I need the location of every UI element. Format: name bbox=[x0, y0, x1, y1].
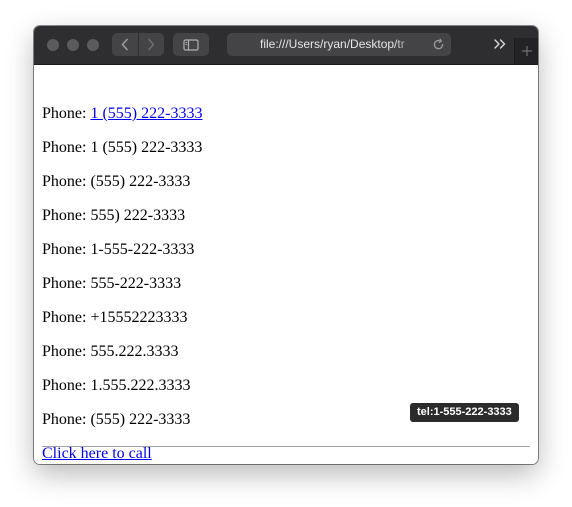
phone-line: Phone: 1.555.222.3333 bbox=[42, 377, 191, 394]
click-to-call-link[interactable]: Click here to call bbox=[42, 444, 152, 464]
toolbar-overflow-button[interactable] bbox=[492, 36, 508, 52]
chevron-right-icon bbox=[148, 38, 155, 51]
phone-line: Phone: 555-222-3333 bbox=[42, 275, 182, 292]
horizontal-rule bbox=[42, 446, 530, 447]
close-window-button[interactable] bbox=[47, 39, 59, 51]
sidebar-toggle-button[interactable] bbox=[173, 33, 209, 56]
double-chevron-right-icon bbox=[494, 39, 506, 49]
phone-line: Phone: +15552223333 bbox=[42, 309, 188, 326]
link-hover-status: tel:1-555-222-3333 bbox=[410, 403, 519, 422]
new-tab-button[interactable] bbox=[514, 38, 538, 64]
title-bar: file:///Users/ryan/Desktop/tr bbox=[34, 26, 538, 65]
address-bar[interactable]: file:///Users/ryan/Desktop/tr bbox=[227, 33, 451, 56]
reload-button[interactable] bbox=[432, 38, 445, 51]
sidebar-icon bbox=[183, 38, 199, 51]
minimize-window-button[interactable] bbox=[67, 39, 79, 51]
back-button[interactable] bbox=[112, 33, 138, 56]
navigation-buttons bbox=[112, 33, 164, 56]
phone-line: Phone: 555.222.3333 bbox=[42, 343, 179, 360]
phone-line: Phone: (555) 222-3333 bbox=[42, 411, 191, 428]
phone-line: Phone: 1 (555) 222-3333 bbox=[42, 139, 203, 156]
phone-link[interactable]: 1 (555) 222-3333 bbox=[90, 105, 202, 122]
zoom-window-button[interactable] bbox=[87, 39, 99, 51]
phone-line-linked: Phone: 1 (555) 222-3333 bbox=[42, 104, 202, 124]
chevron-left-icon bbox=[121, 38, 128, 51]
reload-icon bbox=[433, 38, 444, 50]
phone-line: Phone: (555) 222-3333 bbox=[42, 173, 191, 190]
url-text[interactable]: file:///Users/ryan/Desktop/tr bbox=[260, 37, 418, 52]
phone-label: Phone: bbox=[42, 105, 91, 122]
phone-line: Phone: 555) 222-3333 bbox=[42, 207, 186, 224]
forward-button[interactable] bbox=[137, 33, 165, 56]
browser-window: file:///Users/ryan/Desktop/tr Phone: 1 (… bbox=[34, 26, 538, 464]
phone-line: Phone: 1-555-222-3333 bbox=[42, 241, 195, 258]
plus-icon bbox=[522, 46, 532, 56]
